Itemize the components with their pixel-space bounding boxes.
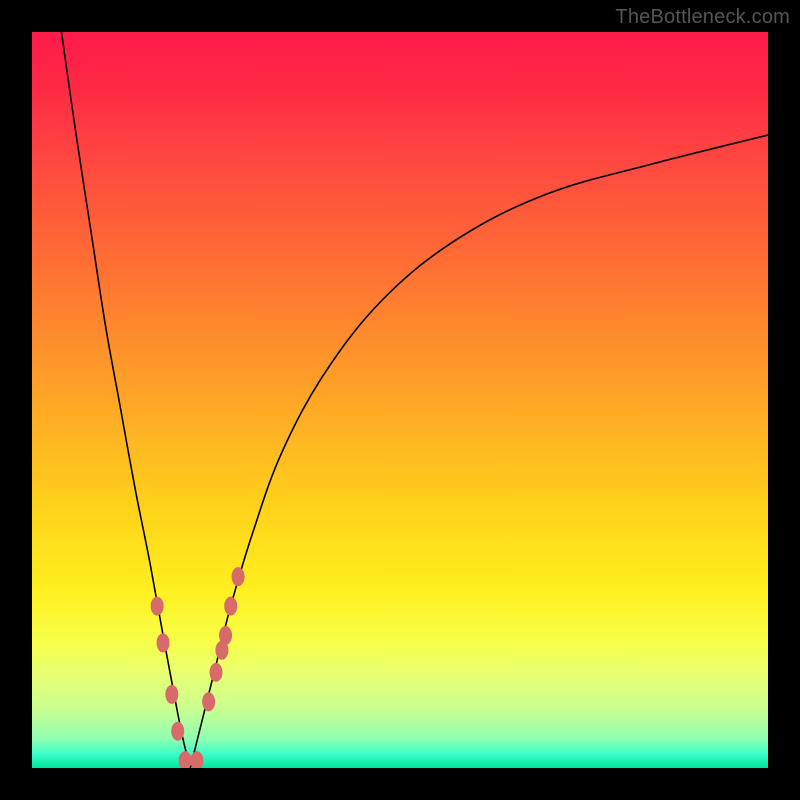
highlight-marker: [171, 722, 184, 741]
chart-frame: TheBottleneck.com: [0, 0, 800, 800]
highlight-marker: [190, 751, 203, 768]
highlight-marker: [165, 685, 178, 704]
watermark-text: TheBottleneck.com: [615, 6, 790, 29]
gpu-branch-curve: [190, 135, 768, 768]
highlight-marker: [219, 626, 232, 645]
plot-area: [32, 32, 768, 768]
cpu-branch-curve: [61, 32, 190, 768]
highlight-marker: [224, 597, 237, 616]
highlight-marker: [151, 597, 164, 616]
highlight-marker: [179, 751, 192, 768]
highlight-marker: [202, 692, 215, 711]
highlight-marker: [210, 663, 223, 682]
highlight-marker: [157, 633, 170, 652]
highlight-marker: [232, 567, 245, 586]
curve-layer: [32, 32, 768, 768]
